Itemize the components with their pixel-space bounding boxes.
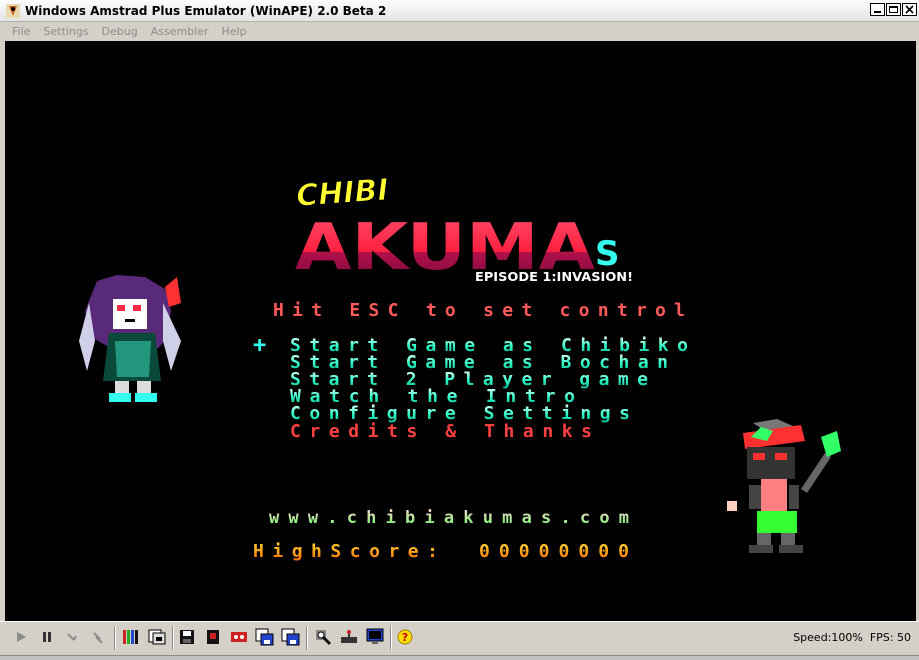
snapshot-icon[interactable]: [202, 626, 224, 648]
window-controls: [869, 3, 917, 16]
menu-option-bochan[interactable]: Start Game as Bochan: [290, 352, 668, 373]
window-title: Windows Amstrad Plus Emulator (WinAPE) 2…: [25, 3, 387, 18]
speed-readout: Speed:100%: [793, 631, 863, 644]
logo-chibi: CHIBI: [295, 173, 390, 214]
menu-option-settings[interactable]: Configure Settings: [290, 403, 630, 424]
minimize-button[interactable]: [870, 3, 885, 16]
disk-icon[interactable]: [146, 626, 168, 648]
menu-cursor: +: [253, 333, 266, 358]
emulator-screen[interactable]: CHIBI AKUMA S EPISODE 1:INVASION! Hit ES…: [5, 41, 916, 621]
menu-file[interactable]: File: [12, 25, 30, 38]
joystick-icon[interactable]: [338, 626, 360, 648]
highscore-label: HighScore:: [253, 541, 438, 562]
debug-icon[interactable]: [312, 626, 334, 648]
play-icon[interactable]: [10, 626, 32, 648]
monitor-icon[interactable]: [364, 626, 386, 648]
menu-debug[interactable]: Debug: [102, 25, 138, 38]
game-canvas: CHIBI AKUMA S EPISODE 1:INVASION! Hit ES…: [79, 172, 841, 562]
menu-bar: File Settings Debug Assembler Help: [0, 22, 919, 40]
toolbar-separator: [390, 626, 392, 650]
save-icon[interactable]: [176, 626, 198, 648]
winape-app-icon[interactable]: [6, 3, 20, 18]
toolbar-status-bar: ? Speed:100% FPS: 50: [0, 621, 919, 660]
help-icon[interactable]: ?: [394, 626, 416, 648]
step-icon[interactable]: [62, 626, 84, 648]
title-bar: Windows Amstrad Plus Emulator (WinAPE) 2…: [0, 0, 919, 22]
status-readout: Speed:100% FPS: 50: [793, 631, 911, 644]
chibiko-sprite: [79, 275, 181, 402]
maximize-button[interactable]: [886, 3, 901, 16]
menu-option-credits[interactable]: Credits & Thanks: [290, 421, 592, 442]
fps-readout: FPS: 50: [869, 631, 911, 644]
highscore-value: 00000000: [479, 541, 629, 562]
bottom-strip: [0, 655, 919, 660]
website-text: www.chibiakumas.com: [269, 508, 629, 528]
pause-icon[interactable]: [36, 626, 58, 648]
toolbar-separator: [114, 626, 116, 650]
close-button[interactable]: [902, 3, 917, 16]
control-prompt: Hit ESC to set control: [273, 300, 685, 321]
toolbar-separator: [306, 626, 308, 650]
disk-save-a-icon[interactable]: [254, 626, 276, 648]
disk-save-b-icon[interactable]: [280, 626, 302, 648]
menu-assembler[interactable]: Assembler: [151, 25, 209, 38]
step-over-icon[interactable]: [88, 626, 110, 648]
menu-settings[interactable]: Settings: [43, 25, 88, 38]
episode-subtitle: EPISODE 1:INVASION!: [475, 270, 633, 284]
toolbar-separator: [172, 626, 174, 650]
bochan-sprite: [727, 419, 841, 553]
tape-save-icon[interactable]: [228, 626, 250, 648]
tape-icon[interactable]: [120, 626, 142, 648]
logo-s: S: [595, 234, 620, 274]
menu-help[interactable]: Help: [222, 25, 247, 38]
svg-text:?: ?: [402, 631, 408, 644]
